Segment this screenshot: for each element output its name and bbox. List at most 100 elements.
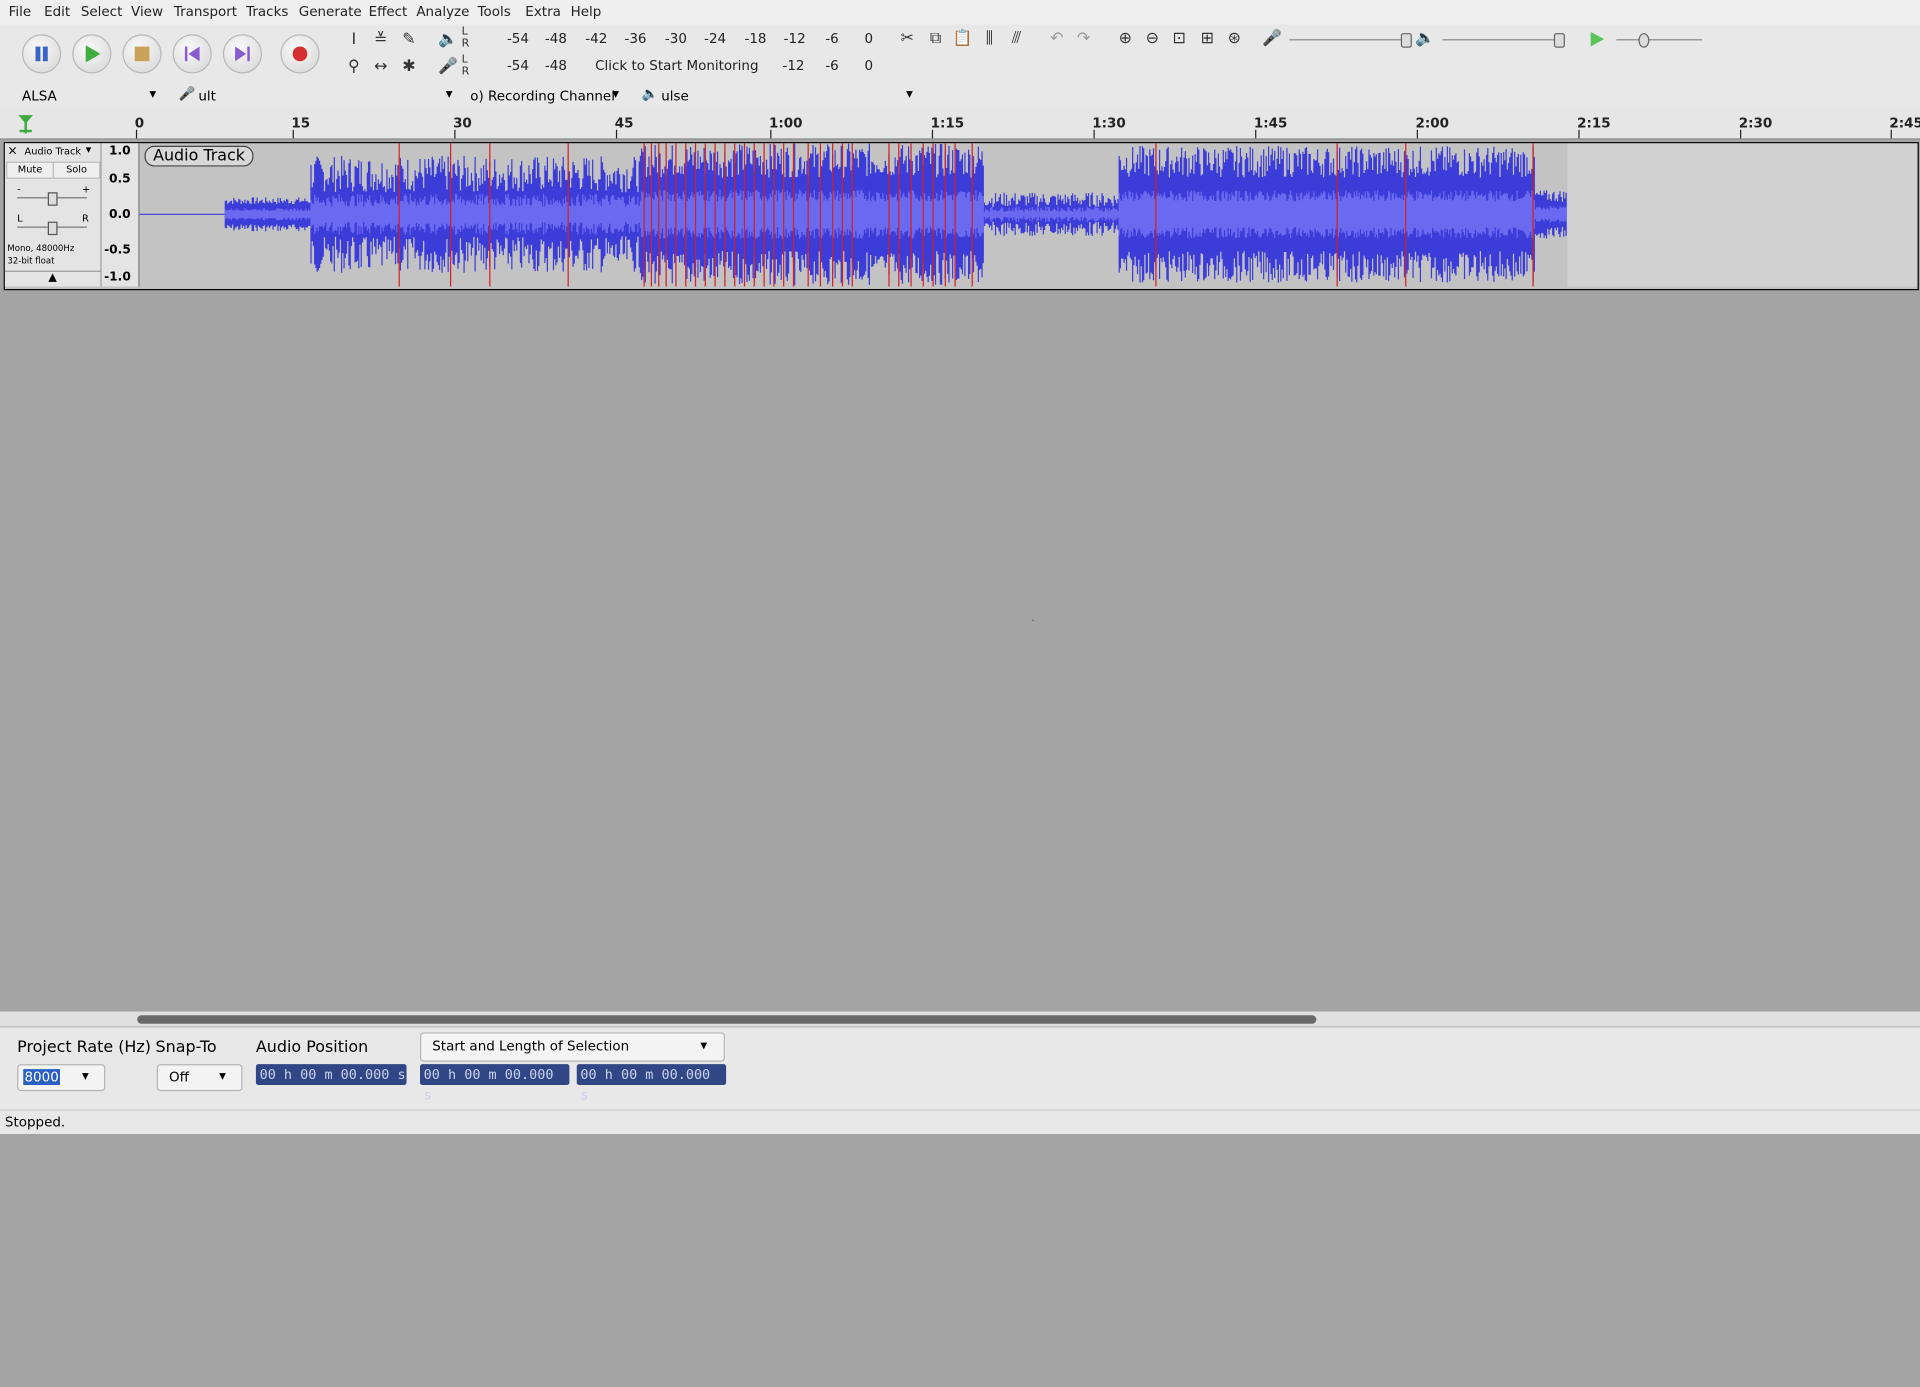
multi-tool-icon[interactable]: ✱ xyxy=(397,55,421,79)
pause-button[interactable] xyxy=(22,34,62,74)
record-volume-slider[interactable] xyxy=(1289,39,1412,41)
amplitude-tick: -1.0 xyxy=(104,270,131,285)
selection-length-field[interactable]: 00 h 00 m 00.000 s xyxy=(576,1064,727,1103)
horizontal-scroll-thumb[interactable] xyxy=(137,1015,1317,1024)
speaker-icon[interactable]: 🔈 xyxy=(436,28,460,52)
play-at-speed-button[interactable] xyxy=(1585,27,1609,51)
playback-speed-thumb[interactable] xyxy=(1638,33,1650,48)
trim-icon[interactable]: ⫼ xyxy=(977,27,1001,51)
recording-channels-select[interactable]: o) Recording Channel xyxy=(470,88,615,104)
record-volume-thumb[interactable] xyxy=(1400,33,1412,48)
meter-tick: -6 xyxy=(825,57,839,74)
project-rate-combo[interactable]: 8000 ▾ xyxy=(17,1064,106,1092)
menu-effect[interactable]: Effect xyxy=(369,4,408,20)
amplitude-ruler: 1.0 0.5 0.0 -0.5 -1.0 xyxy=(101,143,140,287)
paste-icon[interactable]: 📋 xyxy=(950,27,974,51)
skip-to-start-button[interactable] xyxy=(172,34,212,74)
project-rate-value[interactable]: 8000 xyxy=(23,1069,61,1085)
audio-position-field[interactable]: 00 h 00 m 00.000 s xyxy=(255,1064,407,1085)
cut-icon[interactable]: ✂ xyxy=(895,27,919,51)
track-control-panel: × Audio Track ▾ Mute Solo - + L R Mono, … xyxy=(4,143,102,288)
chevron-down-icon[interactable]: ▾ xyxy=(446,86,453,102)
collapse-track-icon[interactable]: ▲ xyxy=(4,270,101,288)
pin-icon[interactable] xyxy=(15,113,37,135)
timeline-tick: 0 xyxy=(134,115,145,132)
menu-extra[interactable]: Extra xyxy=(525,4,561,20)
meter-tick: 0 xyxy=(864,57,874,74)
timeline-ruler[interactable]: 0 15 30 45 1:00 1:15 1:30 1:45 2:00 2:15 2:30 2:45 xyxy=(0,108,1920,140)
timeline-tick: 2:00 xyxy=(1415,115,1450,132)
selection-start-field[interactable]: 00 h 00 m 00.000 s xyxy=(420,1064,570,1103)
playback-volume-thumb[interactable] xyxy=(1553,33,1565,48)
record-button[interactable] xyxy=(280,34,320,74)
envelope-tool-icon[interactable]: ≚ xyxy=(369,28,393,52)
copy-icon[interactable]: ⧉ xyxy=(923,27,947,51)
zoom-in-icon[interactable]: ⊕ xyxy=(1113,27,1137,51)
menu-analyze[interactable]: Analyze xyxy=(416,4,469,20)
meter-tick: -42 xyxy=(585,30,608,47)
chevron-down-icon[interactable]: ▾ xyxy=(612,86,619,102)
cursor-dot xyxy=(1032,619,1034,621)
chevron-down-icon[interactable]: ▾ xyxy=(149,86,156,102)
zoom-out-icon[interactable]: ⊖ xyxy=(1140,27,1164,51)
monitor-prompt[interactable]: Click to Start Monitoring xyxy=(595,58,758,74)
timeline-tick: 30 xyxy=(453,115,472,132)
menu-view[interactable]: View xyxy=(131,4,163,20)
chevron-down-icon[interactable]: ▾ xyxy=(219,1068,226,1084)
gain-thumb[interactable] xyxy=(47,192,58,206)
device-toolbar: ALSA ▾ 🎤 ult ▾ o) Recording Channel ▾ 🔈 … xyxy=(0,82,1920,111)
selection-tool-icon[interactable]: I xyxy=(342,28,366,52)
play-button[interactable] xyxy=(72,34,112,74)
menu-tools[interactable]: Tools xyxy=(478,4,511,20)
chevron-down-icon[interactable]: ▾ xyxy=(700,1037,707,1053)
playback-speed-slider[interactable] xyxy=(1616,39,1703,41)
audio-track[interactable]: × Audio Track ▾ Mute Solo - + L R Mono, … xyxy=(3,142,1919,291)
pan-thumb[interactable] xyxy=(47,221,58,236)
record-icon xyxy=(292,46,308,62)
menu-generate[interactable]: Generate xyxy=(299,4,362,20)
zoom-tool-icon[interactable]: ⚲ xyxy=(342,55,366,79)
playback-meter[interactable]: -54 -48 -42 -36 -30 -24 -18 -12 -6 0 xyxy=(475,31,877,48)
skip-to-end-button[interactable] xyxy=(222,34,263,74)
status-text: Stopped. xyxy=(4,1114,66,1131)
recording-device-select[interactable]: ult xyxy=(198,88,216,104)
zoom-toggle-icon[interactable]: ⊛ xyxy=(1222,27,1246,51)
menu-file[interactable]: File xyxy=(9,4,32,20)
clip-label[interactable]: Audio Track xyxy=(144,145,254,167)
timeline-tick: 1:00 xyxy=(768,115,803,132)
stop-button[interactable] xyxy=(122,34,162,74)
chevron-down-icon[interactable]: ▾ xyxy=(86,145,92,157)
menu-help[interactable]: Help xyxy=(571,4,602,20)
menu-edit[interactable]: Edit xyxy=(44,4,70,20)
chevron-down-icon[interactable]: ▾ xyxy=(906,86,913,102)
meter-tick: -18 xyxy=(744,30,767,47)
playback-volume-slider[interactable] xyxy=(1442,39,1565,41)
selection-mode-select[interactable]: Start and Length of Selection ▾ xyxy=(420,1032,725,1062)
snap-to-select[interactable]: Off ▾ xyxy=(156,1064,243,1092)
timeline-tick: 1:30 xyxy=(1092,115,1126,132)
timeshift-tool-icon[interactable]: ↔ xyxy=(369,55,393,79)
chevron-down-icon[interactable]: ▾ xyxy=(82,1068,89,1084)
microphone-icon[interactable]: 🎤 xyxy=(436,55,460,79)
audio-host-select[interactable]: ALSA xyxy=(22,88,57,104)
fit-project-icon[interactable]: ⊞ xyxy=(1195,27,1219,51)
menu-transport[interactable]: Transport xyxy=(174,4,237,20)
track-name-menu[interactable]: Audio Track xyxy=(24,146,81,157)
recording-meter[interactable]: -54 -48 Click to Start Monitoring -12 -6… xyxy=(475,58,877,78)
silence-icon[interactable]: ⫻ xyxy=(1004,27,1028,51)
playback-device-select[interactable]: ulse xyxy=(661,88,689,104)
mute-button[interactable]: Mute xyxy=(6,161,54,179)
close-track-icon[interactable]: × xyxy=(7,145,19,158)
waveform[interactable] xyxy=(139,143,1918,287)
menu-tracks[interactable]: Tracks xyxy=(246,4,288,20)
menu-select[interactable]: Select xyxy=(81,4,123,20)
solo-button[interactable]: Solo xyxy=(52,161,101,179)
undo-icon[interactable]: ↶ xyxy=(1044,27,1068,51)
meter-tick: -12 xyxy=(783,30,806,47)
draw-tool-icon[interactable]: ✎ xyxy=(397,28,421,52)
record-volume-icon: 🎤 xyxy=(1262,29,1283,48)
redo-icon[interactable]: ↷ xyxy=(1071,27,1095,51)
meter-l-label: L xyxy=(461,25,468,38)
playback-volume-icon: 🔈 xyxy=(1415,29,1436,48)
fit-selection-icon[interactable]: ⊡ xyxy=(1167,27,1191,51)
